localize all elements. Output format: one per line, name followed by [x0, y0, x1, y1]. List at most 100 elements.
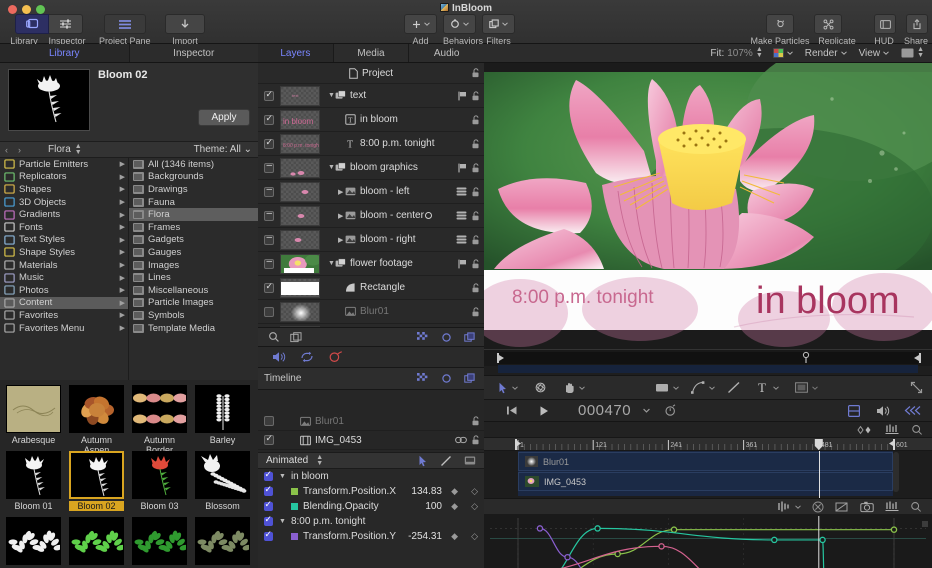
keyframe-diamond-outline-icon[interactable]: ◇ [471, 486, 478, 497]
lock-open-icon[interactable] [471, 115, 480, 125]
library-subcategory-all-1346-items-[interactable]: All (1346 items) [129, 158, 258, 171]
keyframe-row-checkbox[interactable] [264, 487, 273, 496]
subcategory-column[interactable]: All (1346 items)BackgroundsDrawingsFauna… [129, 158, 258, 380]
zoom-fit-icon[interactable] [910, 501, 922, 513]
go-to-start-icon[interactable] [506, 405, 518, 416]
chevron-down-icon[interactable] [512, 386, 518, 390]
library-category-replicators[interactable]: Replicators▶ [0, 171, 128, 184]
lock-open-icon[interactable] [471, 307, 480, 317]
tab-layers[interactable]: Layers [258, 44, 334, 62]
inspector-button[interactable] [49, 14, 83, 34]
library-item-bloom-01[interactable]: Bloom 01 [6, 451, 61, 511]
lock-open-icon[interactable] [471, 259, 480, 269]
audio-icon[interactable] [876, 405, 890, 417]
library-subcategory-miscellaneous[interactable]: Miscellaneous [129, 284, 258, 297]
library-category-text-styles[interactable]: Text Styles▶ [0, 234, 128, 247]
collapse-icon[interactable] [904, 405, 922, 416]
rectangle-tool-icon[interactable] [655, 382, 669, 393]
parameter-value[interactable]: 134.83 [411, 486, 442, 497]
library-subcategory-symbols[interactable]: Symbols [129, 309, 258, 322]
chevron-down-icon[interactable] [709, 386, 715, 390]
play-icon[interactable] [538, 405, 550, 417]
canvas-scrub-bar[interactable] [484, 349, 932, 365]
fit-stepper[interactable]: ▲▼ [756, 47, 763, 59]
lock-open-icon[interactable] [471, 435, 480, 445]
filters-button[interactable] [482, 14, 515, 34]
layer-visibility-checkbox[interactable] [264, 139, 274, 149]
view-popup[interactable]: View [859, 48, 890, 59]
keyframe-point[interactable] [659, 544, 664, 549]
behaviors-icon[interactable] [441, 332, 452, 343]
library-subcategory-template-media[interactable]: Template Media [129, 322, 258, 335]
audio-meter-icon[interactable] [885, 501, 899, 512]
replicator-stack-icon[interactable] [456, 211, 467, 220]
tab-library[interactable]: Library [0, 44, 130, 62]
library-category-materials[interactable]: Materials▶ [0, 259, 128, 272]
library-category-gradients[interactable]: Gradients▶ [0, 208, 128, 221]
timecode-chevron-down-icon[interactable] [643, 408, 650, 413]
library-item-blossom[interactable]: Blossom [195, 451, 250, 511]
tab-media[interactable]: Media [334, 44, 410, 62]
chevron-down-icon[interactable] [795, 505, 801, 509]
checkerboard-icon[interactable] [417, 332, 429, 343]
library-subcategory-lines[interactable]: Lines [129, 271, 258, 284]
layer-disclosure-icon[interactable]: ▼ [328, 164, 335, 171]
timeline-ruler[interactable]: 1121241361481601 [484, 437, 932, 451]
audio-meter-icon[interactable] [885, 424, 899, 435]
disclosure-arrow-icon[interactable]: ▶ [120, 198, 125, 206]
loop-icon[interactable] [300, 351, 314, 363]
chevron-down-icon[interactable] [812, 386, 818, 390]
lock-open-icon[interactable] [471, 163, 480, 173]
text-tool-icon[interactable]: T [757, 381, 769, 394]
crop-tool-icon[interactable] [464, 455, 476, 466]
keyframe-group-disclosure-icon[interactable]: ▼ [279, 518, 286, 525]
library-item-autumn-border[interactable]: Autumn Border [132, 385, 187, 455]
chevron-down-icon[interactable] [673, 386, 679, 390]
add-object-button[interactable] [404, 14, 437, 34]
disclosure-arrow-icon[interactable]: ▶ [120, 261, 125, 269]
new-group-icon[interactable] [290, 332, 302, 343]
disclosure-arrow-icon[interactable]: ▶ [120, 211, 125, 219]
layer-row-bloom-graphics[interactable]: ▼bloom graphics [258, 156, 484, 180]
chevron-down-icon[interactable] [773, 386, 779, 390]
replicator-stack-icon[interactable] [456, 187, 467, 196]
curve-type-icon[interactable] [777, 501, 791, 512]
layer-visibility-checkbox[interactable] [264, 91, 274, 101]
fit-value[interactable]: 107% [727, 48, 753, 59]
show-timeline-icon[interactable] [848, 405, 860, 417]
layer-visibility-checkbox[interactable] [264, 211, 274, 221]
keyframe-parameter-list[interactable]: ▼in bloomTransform.Position.X134.83◆◇Ble… [258, 469, 484, 568]
audio-icon[interactable] [272, 351, 286, 363]
layer-visibility-checkbox[interactable] [264, 307, 274, 317]
library-category-fonts[interactable]: Fonts▶ [0, 221, 128, 234]
disclosure-arrow-icon[interactable]: ▶ [120, 311, 125, 319]
disclosure-arrow-icon[interactable]: ▶ [120, 324, 125, 332]
keyframe-row-transform-position-x[interactable]: Transform.Position.X134.83◆◇ [258, 484, 484, 499]
library-subcategory-particle-images[interactable]: Particle Images [129, 297, 258, 310]
lock-open-icon[interactable] [471, 139, 480, 149]
channels-popup[interactable] [773, 48, 793, 58]
library-item-branch-02[interactable]: Branch 02 [69, 517, 124, 568]
keyframe-point[interactable] [820, 537, 825, 542]
disclosure-arrow-icon[interactable]: ▶ [120, 299, 125, 307]
layer-row-bloom-center[interactable]: ▶bloom - center [258, 204, 484, 228]
library-category-favorites[interactable]: Favorites▶ [0, 309, 128, 322]
library-item-arabesque[interactable]: Arabesque [6, 385, 61, 445]
library-item-branch-03[interactable]: Branch 03 [132, 517, 187, 568]
parameter-value[interactable]: 100 [425, 501, 442, 512]
zoom-fit-icon[interactable] [911, 424, 923, 436]
disclosure-arrow-icon[interactable]: ▶ [120, 173, 125, 181]
keyframe-diamond-outline-icon[interactable]: ◇ [471, 501, 478, 512]
keyframe-row-checkbox[interactable] [264, 532, 273, 541]
delete-keyframe-icon[interactable] [812, 501, 824, 513]
timeline-track-names[interactable]: Blur01IMG_0453 [258, 390, 484, 452]
keyframe-diamond-outline-icon[interactable]: ◇ [471, 531, 478, 542]
apply-button[interactable]: Apply [198, 109, 250, 126]
timeline-tracks[interactable]: Blur01 IMG_0453 [484, 451, 932, 498]
library-category-shape-styles[interactable]: Shape Styles▶ [0, 246, 128, 259]
disclosure-arrow-icon[interactable]: ▶ [120, 248, 125, 256]
disclosure-arrow-icon[interactable]: ▶ [120, 185, 125, 193]
filters-icon[interactable] [464, 332, 476, 343]
track-visibility-checkbox[interactable] [264, 416, 274, 426]
parameter-value[interactable]: -254.31 [408, 531, 442, 542]
